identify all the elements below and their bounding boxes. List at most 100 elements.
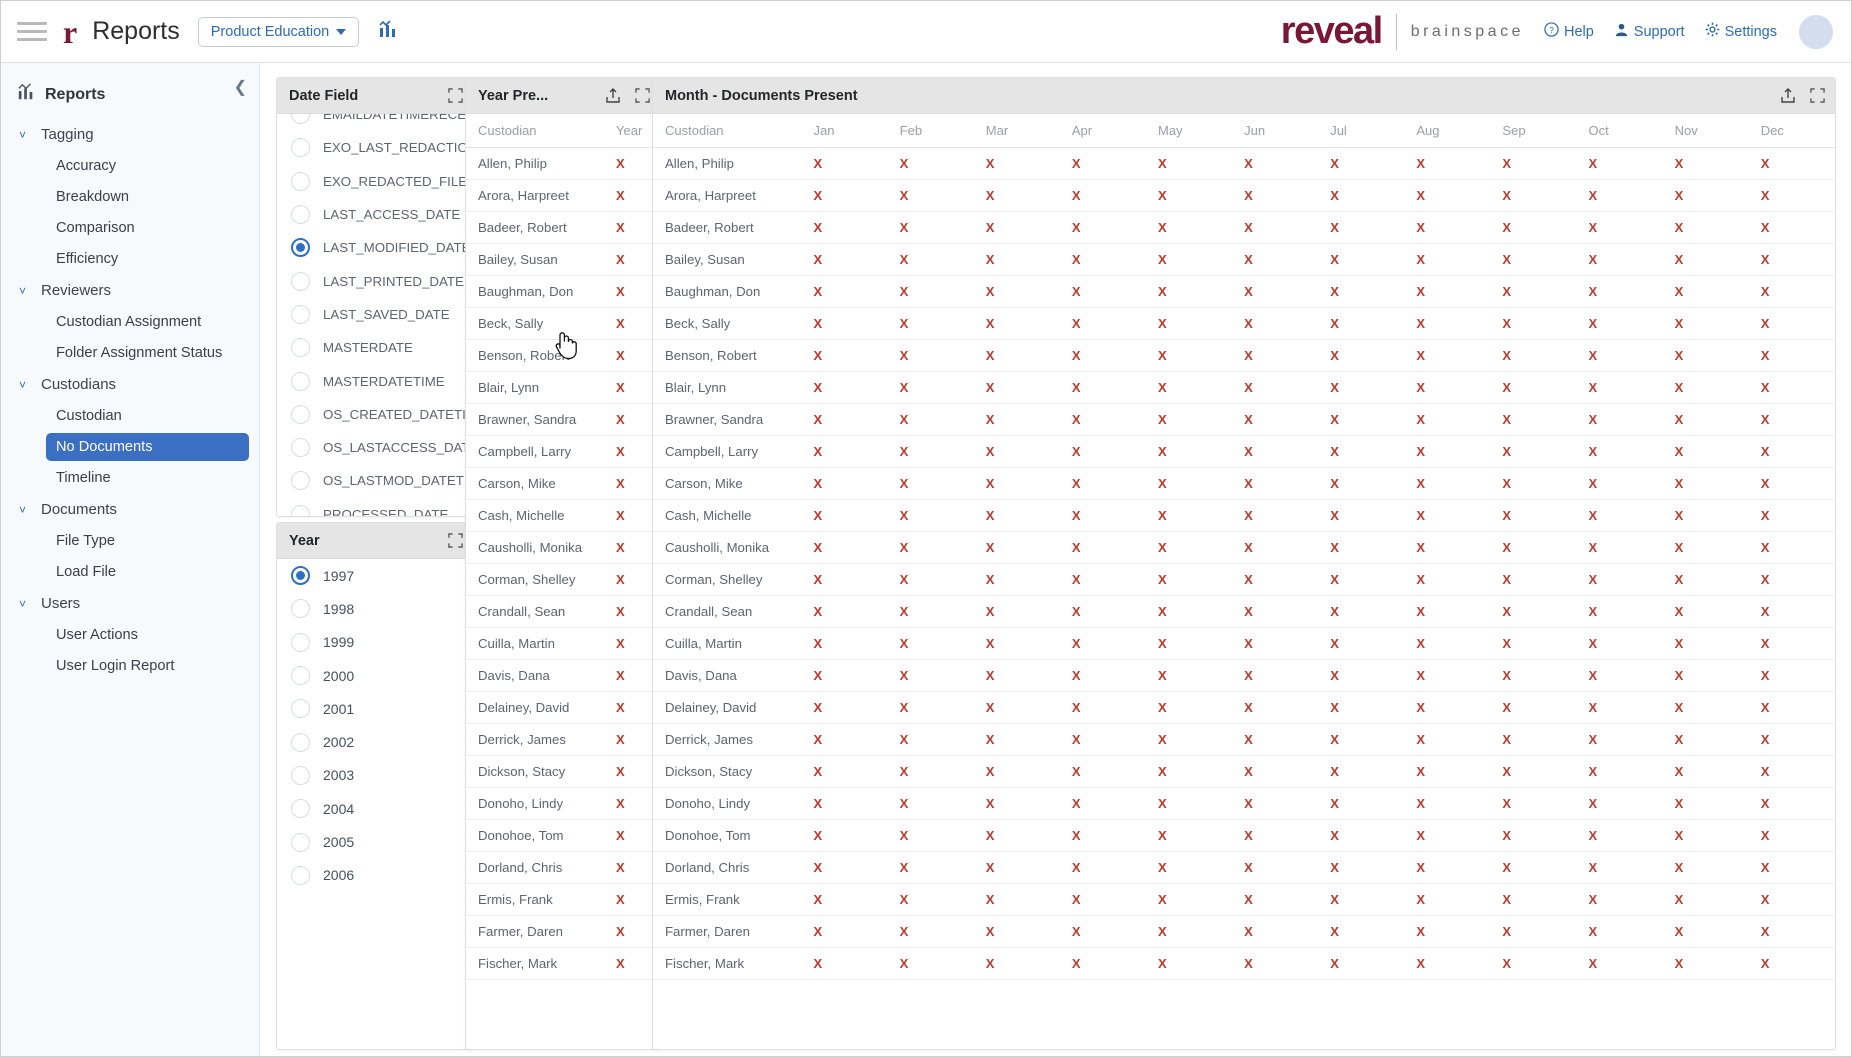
table-row[interactable]: Allen, Philip X X X X X X X X X X X X (653, 147, 1835, 180)
radio-button[interactable] (291, 765, 310, 785)
radio-button[interactable] (291, 566, 310, 586)
radio-option-masterdatetime[interactable]: MASTERDATETIME (277, 364, 473, 397)
radio-option-1998[interactable]: 1998 (277, 592, 473, 625)
radio-option-2004[interactable]: 2004 (277, 792, 473, 825)
radio-option-exo-redacted-file-cr[interactable]: EXO_REDACTED_FILE_CR... (277, 165, 473, 198)
table-row[interactable]: Dorland, Chris X (466, 851, 660, 884)
table-row[interactable]: Badeer, Robert X (466, 211, 660, 244)
table-row[interactable]: Davis, Dana X X X X X X X X X X X X (653, 659, 1835, 692)
radio-button[interactable] (291, 171, 310, 191)
radio-option-2001[interactable]: 2001 (277, 692, 473, 725)
radio-button[interactable] (291, 238, 310, 258)
export-icon[interactable] (1780, 87, 1796, 104)
radio-option-2006[interactable]: 2006 (277, 859, 473, 892)
table-row[interactable]: Carson, Mike X (466, 467, 660, 500)
radio-button[interactable] (291, 832, 310, 852)
sidebar-item-user-login-report[interactable]: User Login Report (46, 652, 249, 680)
radio-button[interactable] (291, 271, 310, 291)
table-row[interactable]: Donohoe, Tom X (466, 819, 660, 852)
user-avatar[interactable] (1799, 14, 1833, 49)
table-row[interactable]: Campbell, Larry X (466, 435, 660, 468)
table-row[interactable]: Cuilla, Martin X (466, 627, 660, 660)
sidebar-item-custodian-assignment[interactable]: Custodian Assignment (46, 308, 249, 336)
expand-icon[interactable] (1810, 88, 1825, 103)
sidebar-group-documents[interactable]: ˅ Documents (1, 495, 259, 524)
table-row[interactable]: Ermis, Frank X (466, 883, 660, 916)
radio-button[interactable] (291, 504, 310, 516)
table-row[interactable]: Farmer, Daren X X X X X X X X X X X X (653, 915, 1835, 948)
radio-button[interactable] (291, 599, 310, 619)
sidebar-item-accuracy[interactable]: Accuracy (46, 152, 249, 180)
radio-option-processed-date[interactable]: PROCESSED_DATE (277, 498, 473, 516)
radio-option-emaildatetimereceived[interactable]: EMAILDATETIMERECEIVED (277, 114, 473, 131)
sidebar-group-reviewers[interactable]: ˅ Reviewers (1, 276, 259, 305)
table-row[interactable]: Badeer, Robert X X X X X X X X X X X X (653, 211, 1835, 244)
table-row[interactable]: Bailey, Susan X X X X X X X X X X X X (653, 243, 1835, 276)
radio-option-last-modified-date[interactable]: LAST_MODIFIED_DATE (277, 231, 473, 264)
radio-option-2000[interactable]: 2000 (277, 659, 473, 692)
expand-icon[interactable] (635, 88, 650, 103)
radio-button[interactable] (291, 338, 310, 358)
table-row[interactable]: Causholli, Monika X (466, 531, 660, 564)
table-row[interactable]: Allen, Philip X (466, 147, 660, 180)
radio-option-exo-last-redaction-m[interactable]: EXO_LAST_REDACTION_M... (277, 131, 473, 164)
sidebar-item-efficiency[interactable]: Efficiency (46, 245, 249, 273)
table-row[interactable]: Beck, Sally X X X X X X X X X X X X (653, 307, 1835, 340)
radio-option-1999[interactable]: 1999 (277, 626, 473, 659)
sidebar-item-no-documents[interactable]: No Documents (46, 433, 249, 461)
radio-button[interactable] (291, 471, 310, 491)
table-row[interactable]: Cash, Michelle X (466, 499, 660, 532)
table-row[interactable]: Dorland, Chris X X X X X X X X X X X X (653, 851, 1835, 884)
table-row[interactable]: Carson, Mike X X X X X X X X X X X X (653, 467, 1835, 500)
radio-button[interactable] (291, 732, 310, 752)
sidebar-group-custodians[interactable]: ˅ Custodians (1, 370, 259, 399)
table-row[interactable]: Blair, Lynn X (466, 371, 660, 404)
table-row[interactable]: Baughman, Don X (466, 275, 660, 308)
table-row[interactable]: Beck, Sally X (466, 307, 660, 340)
radio-option-last-saved-date[interactable]: LAST_SAVED_DATE (277, 298, 473, 331)
table-row[interactable]: Benson, Robert X (466, 339, 660, 372)
project-selector[interactable]: Product Education (197, 16, 360, 47)
table-row[interactable]: Benson, Robert X X X X X X X X X X X X (653, 339, 1835, 372)
radio-option-last-access-date[interactable]: LAST_ACCESS_DATE (277, 198, 473, 231)
hamburger-menu-icon[interactable] (17, 17, 47, 47)
sidebar-item-breakdown[interactable]: Breakdown (46, 183, 249, 211)
radio-option-1997[interactable]: 1997 (277, 559, 473, 592)
sidebar-item-custodian[interactable]: Custodian (46, 402, 249, 430)
radio-button[interactable] (291, 632, 310, 652)
table-row[interactable]: Arora, Harpreet X X X X X X X X X X X X (653, 179, 1835, 212)
radio-button[interactable] (291, 404, 310, 424)
table-row[interactable]: Blair, Lynn X X X X X X X X X X X X (653, 371, 1835, 404)
table-row[interactable]: Dickson, Stacy X (466, 755, 660, 788)
table-row[interactable]: Campbell, Larry X X X X X X X X X X X X (653, 435, 1835, 468)
table-row[interactable]: Farmer, Daren X (466, 915, 660, 948)
sidebar-item-folder-assignment-status[interactable]: Folder Assignment Status (46, 339, 249, 367)
sidebar-group-users[interactable]: ˅ Users (1, 589, 259, 618)
table-row[interactable]: Fischer, Mark X (466, 947, 660, 980)
table-row[interactable]: Brawner, Sandra X X X X X X X X X X X X (653, 403, 1835, 436)
radio-button[interactable] (291, 438, 310, 458)
radio-option-os-lastmod-datetime[interactable]: OS_LASTMOD_DATETIME (277, 464, 473, 497)
export-icon[interactable] (605, 87, 621, 104)
table-row[interactable]: Arora, Harpreet X (466, 179, 660, 212)
table-row[interactable]: Crandall, Sean X (466, 595, 660, 628)
radio-option-2002[interactable]: 2002 (277, 725, 473, 758)
radio-button[interactable] (291, 865, 310, 885)
sidebar-item-file-type[interactable]: File Type (46, 527, 249, 555)
radio-option-2005[interactable]: 2005 (277, 825, 473, 858)
year-options-list[interactable]: 1997 1998 1999 2000 2001 2002 2003 2004 2005 2006 (277, 559, 473, 1049)
help-link[interactable]: ? Help (1544, 22, 1594, 41)
radio-option-2003[interactable]: 2003 (277, 759, 473, 792)
table-row[interactable]: Ermis, Frank X X X X X X X X X X X X (653, 883, 1835, 916)
expand-icon[interactable] (448, 88, 463, 103)
radio-button[interactable] (291, 304, 310, 324)
sidebar-collapse-icon[interactable]: ❮ (234, 77, 247, 97)
table-row[interactable]: Delainey, David X X X X X X X X X X X X (653, 691, 1835, 724)
table-row[interactable]: Corman, Shelley X (466, 563, 660, 596)
radio-button[interactable] (291, 138, 310, 158)
table-row[interactable]: Baughman, Don X X X X X X X X X X X X (653, 275, 1835, 308)
support-link[interactable]: Support (1614, 22, 1685, 41)
table-row[interactable]: Fischer, Mark X X X X X X X X X X X X (653, 947, 1835, 980)
radio-button[interactable] (291, 371, 310, 391)
table-row[interactable]: Delainey, David X (466, 691, 660, 724)
